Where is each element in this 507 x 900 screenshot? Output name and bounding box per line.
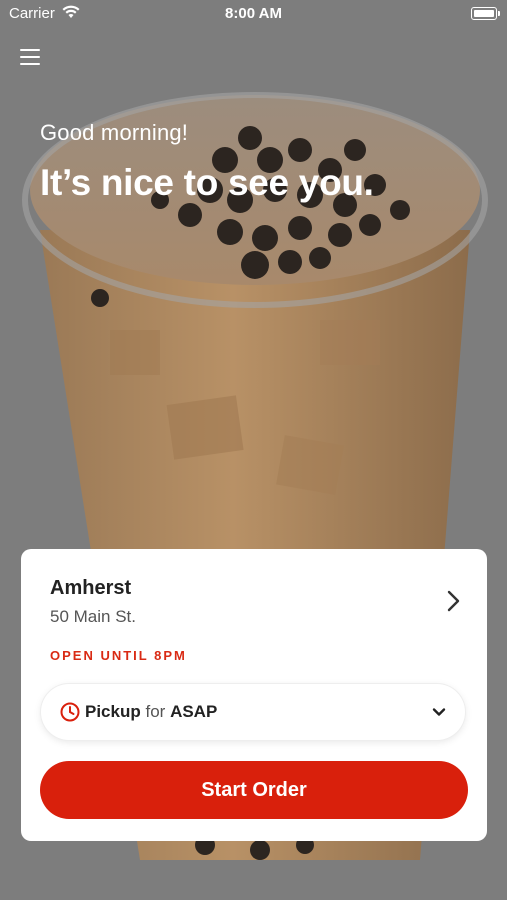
order-connector: for bbox=[145, 702, 166, 721]
greeting-title: It’s nice to see you. bbox=[40, 162, 374, 203]
clock-icon bbox=[60, 702, 80, 722]
store-address: 50 Main St. bbox=[50, 607, 136, 626]
greeting-subtitle: Good morning! bbox=[40, 120, 189, 145]
menu-button[interactable] bbox=[18, 46, 44, 70]
chevron-down-icon bbox=[432, 708, 446, 716]
chevron-right-icon[interactable] bbox=[443, 589, 463, 613]
status-bar: Carrier 8:00 AM bbox=[0, 0, 507, 28]
greeting: Good morning! It’s nice to see you. bbox=[40, 120, 374, 204]
hamburger-menu-icon bbox=[20, 49, 40, 52]
battery-icon bbox=[471, 7, 500, 20]
order-mode: Pickup bbox=[85, 702, 141, 721]
pickup-label: Pickup for ASAP bbox=[85, 702, 217, 722]
status-time: 8:00 AM bbox=[225, 5, 282, 22]
store-name: Amherst bbox=[50, 577, 132, 599]
start-order-button[interactable]: Start Order bbox=[40, 761, 468, 819]
order-time: ASAP bbox=[170, 702, 218, 721]
store-hours: OPEN UNTIL 8PM bbox=[50, 648, 187, 663]
pickup-time-selector[interactable]: Pickup for ASAP bbox=[41, 684, 465, 740]
store-order-card: Amherst 50 Main St. OPEN UNTIL 8PM Picku… bbox=[21, 549, 487, 841]
